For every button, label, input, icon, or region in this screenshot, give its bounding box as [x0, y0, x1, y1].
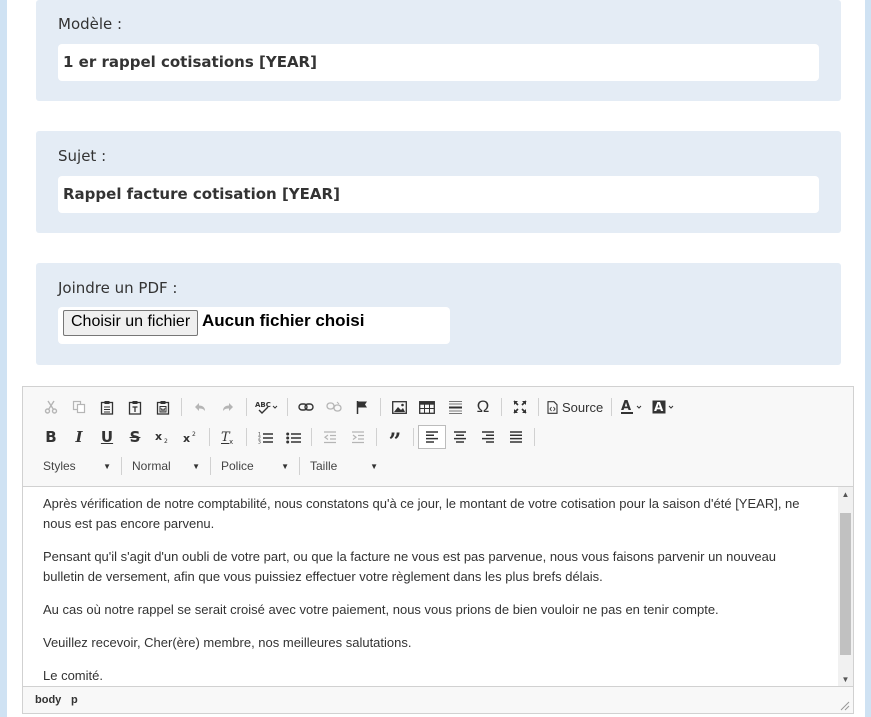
text-color-icon[interactable]: A — [616, 395, 648, 419]
chevron-down-icon: ▼ — [192, 461, 200, 471]
table-icon[interactable] — [413, 395, 441, 419]
strikethrough-icon[interactable]: S — [121, 425, 149, 449]
svg-text:A: A — [621, 399, 631, 414]
blockquote-icon[interactable]: ” — [381, 425, 409, 455]
bold-icon[interactable]: B — [37, 425, 65, 449]
link-icon[interactable] — [292, 395, 320, 419]
svg-text:x: x — [155, 430, 162, 443]
svg-text:2: 2 — [192, 431, 196, 438]
path-item-body[interactable]: body — [35, 694, 61, 706]
sujet-field[interactable]: Rappel facture cotisation [YEAR] — [58, 176, 819, 213]
paste-text-icon[interactable] — [121, 395, 149, 419]
scroll-up-icon[interactable]: ▲ — [838, 490, 853, 499]
content-paragraph: Veuillez recevoir, Cher(ère) membre, nos… — [43, 635, 412, 650]
paste-icon[interactable] — [93, 395, 121, 419]
numbered-list-icon[interactable]: 123 — [251, 425, 279, 449]
background-color-icon[interactable]: A — [648, 395, 680, 419]
redo-icon[interactable] — [214, 395, 242, 419]
file-status: Aucun fichier choisi — [202, 311, 365, 330]
paste-word-icon[interactable] — [149, 395, 177, 419]
svg-text:x: x — [183, 432, 190, 444]
svg-text:3: 3 — [258, 439, 261, 444]
chevron-down-icon: ▼ — [103, 461, 111, 471]
content-paragraph: Au cas où notre rappel se serait croisé … — [43, 602, 719, 617]
file-input[interactable]: Choisir un fichier Aucun fichier choisi — [58, 307, 450, 344]
content-paragraph: Pensant qu'il s'agit d'un oubli de votre… — [43, 549, 777, 584]
path-item-p[interactable]: p — [71, 694, 78, 706]
subscript-icon[interactable]: x2 — [149, 425, 177, 449]
pdf-label: Joindre un PDF : — [58, 279, 178, 297]
align-left-icon[interactable] — [418, 425, 446, 449]
modele-label: Modèle : — [58, 15, 123, 33]
superscript-icon[interactable]: x2 — [177, 425, 205, 449]
font-label: Police — [221, 459, 254, 473]
remove-format-icon[interactable]: Tx — [214, 425, 242, 449]
bulleted-list-icon[interactable] — [279, 425, 307, 449]
maximize-icon[interactable] — [506, 395, 534, 419]
element-path-bar: body p — [23, 686, 853, 713]
resize-handle-icon[interactable] — [840, 701, 850, 711]
horizontal-rule-icon[interactable] — [441, 395, 469, 419]
scroll-down-icon[interactable]: ▼ — [838, 675, 853, 684]
font-dropdown[interactable]: Police ▼ — [215, 455, 295, 477]
sujet-section: Sujet : Rappel facture cotisation [YEAR] — [36, 131, 841, 233]
left-frame-border — [0, 0, 7, 717]
indent-icon[interactable] — [344, 425, 372, 449]
svg-text:ABC: ABC — [255, 401, 271, 409]
outdent-icon[interactable] — [316, 425, 344, 449]
align-center-icon[interactable] — [446, 425, 474, 449]
modele-section: Modèle : 1 er rappel cotisations [YEAR] — [36, 0, 841, 101]
underline-icon[interactable]: U — [93, 425, 121, 449]
svg-text:x: x — [229, 438, 233, 445]
editor-scrollbar[interactable]: ▲ ▼ — [838, 487, 853, 687]
editor-content-area[interactable]: Après vérification de notre comptabilité… — [23, 487, 839, 687]
spellcheck-icon[interactable]: ABC — [251, 395, 283, 419]
align-justify-icon[interactable] — [502, 425, 530, 449]
styles-label: Styles — [43, 459, 76, 473]
content-paragraph: Le comité. — [43, 668, 103, 683]
format-dropdown[interactable]: Normal ▼ — [126, 455, 206, 477]
chevron-down-icon: ▼ — [370, 461, 378, 471]
pdf-section: Joindre un PDF : Choisir un fichier Aucu… — [36, 263, 841, 365]
right-frame-border — [865, 0, 871, 717]
cut-icon[interactable] — [37, 395, 65, 419]
copy-icon[interactable] — [65, 395, 93, 419]
sujet-label: Sujet : — [58, 147, 107, 165]
italic-icon[interactable]: I — [65, 425, 93, 449]
unlink-icon[interactable] — [320, 395, 348, 419]
anchor-flag-icon[interactable] — [348, 395, 376, 419]
svg-text:2: 2 — [164, 438, 168, 444]
choose-file-button[interactable]: Choisir un fichier — [63, 310, 199, 336]
special-char-icon[interactable]: Ω — [469, 395, 497, 419]
source-button[interactable]: Source — [543, 400, 607, 415]
source-label: Source — [562, 399, 604, 415]
editor-toolbar: ABC Ω Source A A B I U S x 2 x 2 T x 1 2… — [23, 387, 853, 487]
chevron-down-icon: ▼ — [281, 461, 289, 471]
rich-text-editor: ABC Ω Source A A B I U S x 2 x 2 T x 1 2… — [22, 386, 854, 714]
content-paragraph: Après vérification de notre comptabilité… — [43, 496, 800, 531]
image-icon[interactable] — [385, 395, 413, 419]
modele-field[interactable]: 1 er rappel cotisations [YEAR] — [58, 44, 819, 81]
undo-icon[interactable] — [186, 395, 214, 419]
format-label: Normal — [132, 459, 171, 473]
size-dropdown[interactable]: Taille ▼ — [304, 455, 384, 477]
size-label: Taille — [310, 459, 338, 473]
styles-dropdown[interactable]: Styles ▼ — [37, 455, 117, 477]
svg-text:A: A — [654, 400, 664, 414]
align-right-icon[interactable] — [474, 425, 502, 449]
scrollbar-thumb[interactable] — [840, 513, 851, 655]
source-icon — [547, 400, 558, 414]
